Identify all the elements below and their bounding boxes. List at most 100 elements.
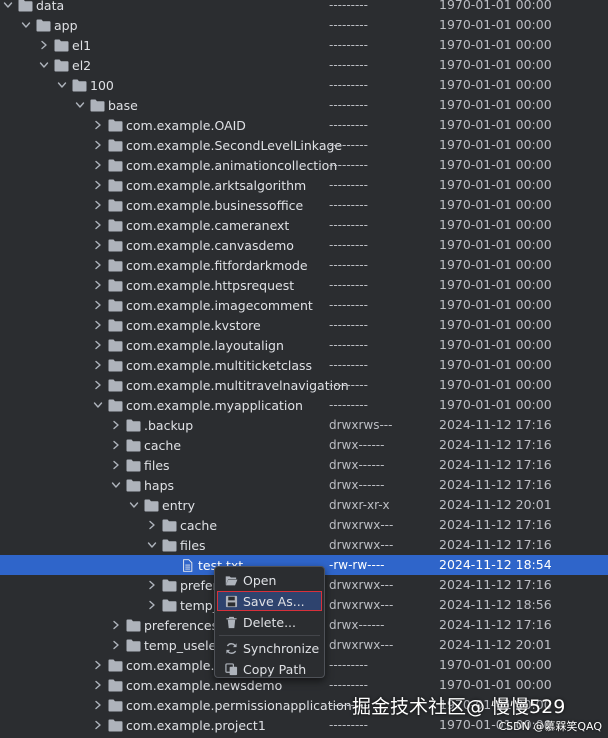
tree-item-name: com.example.kvstore	[126, 317, 261, 333]
tree-item-name: com.example.SecondLevelLinkage	[126, 137, 343, 153]
tree-item-permissions: drwxrwx---	[329, 538, 394, 552]
chevron-right-icon[interactable]	[144, 595, 160, 615]
tree-folder-row[interactable]: com.example.fitfordarkmode --------- 1970-…	[0, 255, 608, 275]
chevron-right-icon[interactable]	[36, 35, 52, 55]
chevron-right-icon[interactable]	[108, 435, 124, 455]
chevron-right-icon[interactable]	[90, 655, 106, 675]
folder-icon	[160, 515, 178, 535]
tree-item-date: 2024-11-12 17:16	[439, 457, 552, 472]
tree-name-cell: files	[144, 535, 206, 555]
tree-folder-row[interactable]: com.example.imagecomment --------- 1970-01…	[0, 295, 608, 315]
chevron-down-icon[interactable]	[126, 495, 142, 515]
chevron-right-icon[interactable]	[90, 375, 106, 395]
tree-folder-row[interactable]: com.example.SecondLevelLinkage --------- 1…	[0, 135, 608, 155]
chevron-right-icon[interactable]	[90, 695, 106, 715]
chevron-down-icon[interactable]	[108, 475, 124, 495]
tree-item-permissions: drwx------	[329, 478, 385, 492]
tree-folder-row[interactable]: files drwxrwx--- 2024-11-12 17:16	[0, 535, 608, 555]
chevron-right-icon[interactable]	[90, 215, 106, 235]
tree-folder-row[interactable]: com.example.businessoffice --------- 1970-…	[0, 195, 608, 215]
tree-folder-row[interactable]: com.example.myapplication --------- 1970-0…	[0, 395, 608, 415]
chevron-down-icon[interactable]	[18, 15, 34, 35]
menu-item-open[interactable]: Open	[217, 570, 322, 590]
chevron-down-icon[interactable]	[0, 0, 16, 15]
tree-folder-row[interactable]: com.example.multitravelnavigation -------…	[0, 375, 608, 395]
tree-name-cell: temp_useless	[108, 635, 229, 655]
menu-item-label: Delete...	[243, 614, 296, 630]
chevron-right-icon[interactable]	[108, 635, 124, 655]
chevron-right-icon[interactable]	[90, 115, 106, 135]
tree-folder-row[interactable]: data --------- 1970-01-01 00:00	[0, 0, 608, 15]
tree-name-cell: com.example.cameranext	[90, 215, 289, 235]
tree-folder-row[interactable]: .backup drwxrws--- 2024-11-12 17:16	[0, 415, 608, 435]
tree-item-permissions: ---------	[329, 118, 368, 132]
tree-item-name: com.example.myapplication	[126, 397, 303, 413]
tree-folder-row[interactable]: com.example.httpsrequest --------- 1970-01…	[0, 275, 608, 295]
watermark: 掘金技术社区@ 慢慢529	[352, 696, 566, 718]
chevron-right-icon[interactable]	[90, 715, 106, 735]
tree-folder-row[interactable]: com.example.multiticketclass --------- 197…	[0, 355, 608, 375]
tree-item-date: 1970-01-01 00:00	[439, 297, 552, 312]
folder-icon	[16, 0, 34, 15]
chevron-right-icon[interactable]	[108, 415, 124, 435]
chevron-right-icon[interactable]	[90, 235, 106, 255]
chevron-down-icon[interactable]	[54, 75, 70, 95]
chevron-right-icon[interactable]	[90, 295, 106, 315]
save-icon	[223, 593, 239, 609]
tree-folder-row[interactable]: files drwx------ 2024-11-12 17:16	[0, 455, 608, 475]
menu-item-label: Open	[243, 572, 277, 588]
chevron-right-icon[interactable]	[144, 575, 160, 595]
chevron-right-icon[interactable]	[90, 255, 106, 275]
tree-folder-row[interactable]: com.example.kvstore --------- 1970-01-01 0…	[0, 315, 608, 335]
chevron-right-icon[interactable]	[90, 275, 106, 295]
tree-folder-row[interactable]: 100 --------- 1970-01-01 00:00	[0, 75, 608, 95]
tree-folder-row[interactable]: el2 --------- 1970-01-01 00:00	[0, 55, 608, 75]
folder-icon	[34, 15, 52, 35]
chevron-down-icon[interactable]	[72, 95, 88, 115]
chevron-right-icon[interactable]	[90, 355, 106, 375]
tree-item-permissions: drwxrwx---	[329, 578, 394, 592]
chevron-right-icon[interactable]	[90, 675, 106, 695]
tree-folder-row[interactable]: com.example.animationcollection ---------…	[0, 155, 608, 175]
tree-folder-row[interactable]: com.example.cameranext --------- 1970-01-0…	[0, 215, 608, 235]
tree-folder-row[interactable]: entry drwxr-xr-x 2024-11-12 20:01	[0, 495, 608, 515]
chevron-right-icon[interactable]	[90, 195, 106, 215]
chevron-down-icon[interactable]	[36, 55, 52, 75]
tree-folder-row[interactable]: app --------- 1970-01-01 00:00	[0, 15, 608, 35]
menu-item-synchronize[interactable]: Synchronize	[217, 638, 322, 658]
tree-item-permissions: ---------	[329, 358, 368, 372]
delete-icon	[223, 614, 239, 630]
chevron-right-icon[interactable]	[90, 175, 106, 195]
chevron-down-icon[interactable]	[90, 395, 106, 415]
tree-folder-row[interactable]: base --------- 1970-01-01 00:00	[0, 95, 608, 115]
chevron-right-icon[interactable]	[90, 155, 106, 175]
chevron-right-icon[interactable]	[144, 515, 160, 535]
tree-item-date: 1970-01-01 00:00	[439, 17, 552, 32]
menu-item-save-as[interactable]: Save As...	[217, 591, 322, 611]
tree-folder-row[interactable]: haps drwx------ 2024-11-12 17:16	[0, 475, 608, 495]
tree-item-name: 100	[90, 77, 114, 93]
tree-folder-row[interactable]: el1 --------- 1970-01-01 00:00	[0, 35, 608, 55]
tree-folder-row[interactable]: com.example.arktsalgorithm --------- 1970-…	[0, 175, 608, 195]
text-file-icon	[178, 555, 196, 575]
menu-item-copy-path[interactable]: Copy Path	[217, 659, 322, 679]
tree-name-cell: cache	[144, 515, 217, 535]
tree-item-name: el2	[72, 57, 92, 73]
tree-folder-row[interactable]: com.example.canvasdemo --------- 1970-01-0…	[0, 235, 608, 255]
folder-icon	[106, 695, 124, 715]
tree-folder-row[interactable]: cache drwxrwx--- 2024-11-12 17:16	[0, 515, 608, 535]
tree-item-name: com.example.httpsrequest	[126, 277, 295, 293]
tree-folder-row[interactable]: com.example.OAID --------- 1970-01-01 00:0…	[0, 115, 608, 135]
tree-item-date: 1970-01-01 00:00	[439, 337, 552, 352]
chevron-right-icon[interactable]	[108, 455, 124, 475]
chevron-down-icon[interactable]	[144, 535, 160, 555]
tree-item-permissions: ---------	[329, 218, 368, 232]
chevron-right-icon[interactable]	[108, 615, 124, 635]
tree-folder-row[interactable]: com.example.layoutalign --------- 1970-01-…	[0, 335, 608, 355]
chevron-right-icon[interactable]	[90, 335, 106, 355]
tree-item-name: com.example.OAID	[126, 117, 246, 133]
chevron-right-icon[interactable]	[90, 135, 106, 155]
menu-item-delete[interactable]: Delete...	[217, 612, 322, 632]
tree-folder-row[interactable]: cache drwx------ 2024-11-12 17:16	[0, 435, 608, 455]
chevron-right-icon[interactable]	[90, 315, 106, 335]
